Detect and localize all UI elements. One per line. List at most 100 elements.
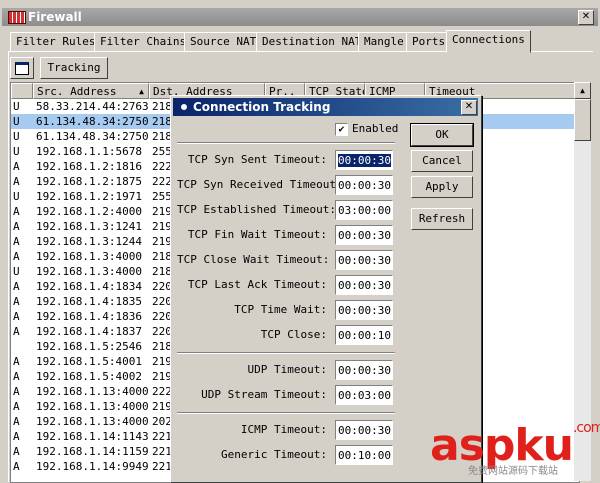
enabled-checkbox[interactable]: ✔ [335, 123, 348, 136]
table-cell: A [13, 400, 20, 413]
timeout-value: 00:10:00 [338, 449, 391, 462]
timeout-input[interactable]: 00:00:30 [335, 300, 393, 320]
timeout-value: 00:00:30 [338, 229, 391, 242]
table-cell: 192.168.1.14:1143 [36, 430, 148, 443]
timeout-input[interactable]: 03:00:00 [335, 200, 393, 220]
table-cell: 192.168.1.13:4000 [36, 415, 148, 428]
table-cell: A [13, 415, 20, 428]
table-cell: 192.168.1.2:1816 [36, 160, 142, 173]
separator [177, 352, 395, 354]
table-cell: A [13, 175, 20, 188]
timeout-label: TCP Close: [260, 328, 327, 341]
window-title: Firewall [28, 10, 82, 24]
table-cell: 192.168.1.3:4000 [36, 265, 142, 278]
timeout-input[interactable]: 00:00:30 [335, 175, 393, 195]
timeout-value: 00:00:30 [338, 304, 391, 317]
table-cell: A [13, 445, 20, 458]
table-cell: 192.168.1.4:1835 [36, 295, 142, 308]
table-cell: A [13, 235, 20, 248]
table-cell: U [13, 130, 20, 143]
table-cell: A [13, 355, 20, 368]
table-cell: U [13, 115, 20, 128]
column-header-src[interactable]: Src. Address ▲ [33, 83, 149, 99]
timeout-input[interactable]: 00:00:10 [335, 325, 393, 345]
timeout-input[interactable]: 00:03:00 [335, 385, 393, 405]
table-cell: 192.168.1.2:1971 [36, 190, 142, 203]
timeout-input[interactable]: 00:00:30 [335, 360, 393, 380]
tab-filter-rules[interactable]: Filter Rules [10, 32, 102, 52]
table-cell: 192.168.1.5:4002 [36, 370, 142, 383]
timeout-label: TCP Time Wait: [234, 303, 327, 316]
timeout-value: 00:00:30 [338, 424, 391, 437]
table-cell: 192.168.1.14:9949 [36, 460, 148, 473]
table-cell: A [13, 220, 20, 233]
table-cell: 192.168.1.1:5678 [36, 145, 142, 158]
timeout-value: 00:00:30 [338, 179, 391, 192]
table-cell: 192.168.1.4:1837 [36, 325, 142, 338]
tab-ports[interactable]: Ports [406, 32, 452, 52]
sort-arrow-icon: ▲ [139, 87, 144, 96]
table-cell: U [13, 265, 20, 278]
table-cell: 192.168.1.4:1836 [36, 310, 142, 323]
table-cell: A [13, 460, 20, 473]
scroll-up-icon[interactable]: ▲ [574, 82, 591, 99]
timeout-input[interactable]: 00:00:30 [335, 150, 393, 170]
timeout-label: UDP Timeout: [247, 363, 327, 376]
separator [177, 142, 395, 144]
timeout-input[interactable]: 00:10:00 [335, 445, 393, 465]
dialog-titlebar[interactable]: Connection Tracking ✕ [173, 98, 478, 116]
timeout-input[interactable]: 00:00:30 [335, 225, 393, 245]
timeout-label: Generic Timeout: [221, 448, 327, 461]
column-header-proto[interactable] [11, 83, 33, 99]
table-cell: 192.168.1.13:4000 [36, 385, 148, 398]
table-cell: 192.168.1.13:4000 [36, 400, 148, 413]
tab-destination-nat[interactable]: Destination NAT [256, 32, 368, 52]
close-icon[interactable]: ✕ [578, 10, 594, 25]
timeout-input[interactable]: 00:00:30 [335, 275, 393, 295]
dialog-close-icon[interactable]: ✕ [461, 100, 477, 115]
timeout-label: TCP Close Wait Timeout: [177, 253, 330, 266]
table-cell: A [13, 430, 20, 443]
table-cell: 192.168.1.2:1875 [36, 175, 142, 188]
timeout-label: TCP Established Timeout: [177, 203, 336, 216]
table-cell: A [13, 385, 20, 398]
table-cell: U [13, 145, 20, 158]
watermark-tagline: 免费网站源码下载站 [468, 466, 558, 477]
firewall-window: Firewall ✕ Filter Rules Filter Chains So… [0, 0, 600, 483]
separator [177, 412, 395, 414]
timeout-label: TCP Last Ack Timeout: [187, 278, 327, 291]
timeout-label: UDP Stream Timeout: [201, 388, 327, 401]
timeout-input[interactable]: 00:00:30 [335, 420, 393, 440]
tab-filter-chains[interactable]: Filter Chains [94, 32, 193, 52]
window-titlebar[interactable]: Firewall ✕ [2, 8, 598, 26]
table-cell: 192.168.1.5:2546 [36, 340, 142, 353]
timeout-label: TCP Fin Wait Timeout: [187, 228, 327, 241]
table-cell: U [13, 190, 20, 203]
timeout-value: 00:03:00 [338, 389, 391, 402]
timeout-value: 00:00:30 [338, 154, 391, 167]
window-toolbar-button[interactable] [10, 57, 34, 79]
tracking-button[interactable]: Tracking [40, 57, 108, 79]
tab-mangle[interactable]: Mangle [358, 32, 410, 52]
timeout-input[interactable]: 00:00:30 [335, 250, 393, 270]
timeout-value: 03:00:00 [338, 204, 391, 217]
apply-button[interactable]: Apply [411, 176, 473, 198]
table-cell: 192.168.1.3:1244 [36, 235, 142, 248]
table-cell: A [13, 370, 20, 383]
ok-button[interactable]: OK [410, 123, 474, 147]
window-icon [15, 61, 29, 75]
tab-source-nat[interactable]: Source NAT [184, 32, 263, 52]
table-cell: A [13, 160, 20, 173]
table-cell: A [13, 295, 20, 308]
tab-connections[interactable]: Connections [446, 30, 531, 53]
table-cell: A [13, 325, 20, 338]
table-cell: A [13, 310, 20, 323]
cancel-button[interactable]: Cancel [411, 150, 473, 172]
table-cell: 192.168.1.2:4000 [36, 205, 142, 218]
refresh-button[interactable]: Refresh [411, 208, 473, 230]
timeout-value: 00:00:10 [338, 329, 391, 342]
table-cell: A [13, 280, 20, 293]
firewall-icon [8, 11, 26, 24]
scroll-thumb[interactable] [574, 99, 591, 141]
timeout-label: ICMP Timeout: [240, 423, 327, 436]
